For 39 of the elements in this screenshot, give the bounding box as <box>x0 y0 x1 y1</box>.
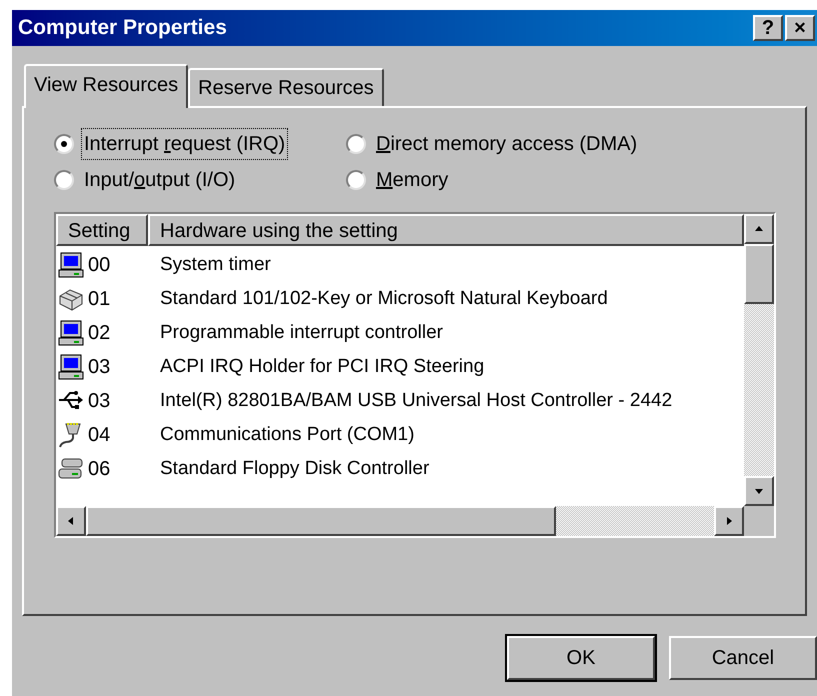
radio-option[interactable]: Input/output (I/O) <box>54 166 334 194</box>
table-cell-text: 03 <box>88 389 110 414</box>
table-cell-text: ACPI IRQ Holder for PCI IRQ Steering <box>159 354 484 379</box>
table-cell-text: Intel(R) 82801BA/BAM USB Universal Host Controller - 2442 <box>159 388 672 413</box>
table-cell-text: Standard Floppy Disk Controller <box>159 456 430 481</box>
column-header[interactable]: Hardware using the setting <box>148 214 744 246</box>
scrollbar-corner <box>744 506 774 536</box>
column-header[interactable]: Setting <box>56 214 148 246</box>
scroll-thumb[interactable] <box>744 244 774 304</box>
tab[interactable]: View Resources <box>24 64 188 108</box>
table-cell-text: Programmable interrupt controller <box>159 320 444 345</box>
table-cell-text: Standard 101/102-Key or Microsoft Natural Keyboard <box>159 286 608 311</box>
radio-button[interactable] <box>346 170 366 190</box>
computer-icon <box>58 252 84 278</box>
window-title: Computer Properties <box>18 15 227 42</box>
radio-button[interactable] <box>346 134 366 154</box>
title-bar-button[interactable]: ? <box>753 15 783 41</box>
dialog-button[interactable]: Cancel <box>669 636 817 680</box>
table-cell-text: Communications Port (COM1) <box>159 422 414 447</box>
title-bar-button[interactable]: × <box>785 15 815 41</box>
radio-option[interactable]: Direct memory access (DMA) <box>346 130 640 158</box>
tab[interactable]: Reserve Resources <box>188 68 384 106</box>
radio-button[interactable] <box>54 170 74 190</box>
radio-option[interactable]: Interrupt request (IRQ) <box>54 130 334 158</box>
table-cell-text: 04 <box>88 423 110 448</box>
scroll-thumb[interactable] <box>86 506 556 536</box>
vertical-scrollbar[interactable] <box>744 214 774 506</box>
horizontal-scrollbar[interactable] <box>56 506 744 536</box>
dialog-button[interactable]: OK <box>507 636 655 680</box>
table-cell-text: System timer <box>159 252 271 277</box>
computer-icon <box>58 320 84 346</box>
table-cell-text: 00 <box>88 253 110 278</box>
radio-button[interactable] <box>54 134 74 154</box>
table-cell-text: 03 <box>88 355 110 380</box>
table-cell-text: 06 <box>88 457 110 482</box>
table-cell-text: 01 <box>88 287 110 312</box>
table-cell-text: 02 <box>88 321 110 346</box>
radio-option[interactable]: Memory <box>346 166 640 194</box>
computer-icon <box>58 354 84 380</box>
